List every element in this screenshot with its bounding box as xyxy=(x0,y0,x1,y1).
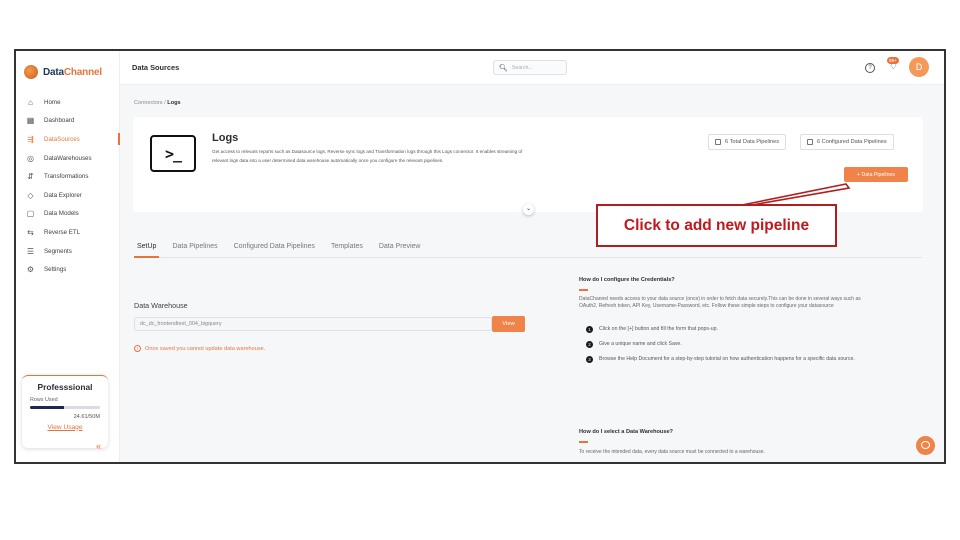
step-text: Give a unique name and click Save. xyxy=(599,341,682,347)
warehouse-warning: ! Once saved you cannot update data ware… xyxy=(134,345,265,352)
info-icon: ! xyxy=(134,345,141,352)
faq-divider xyxy=(579,441,588,443)
pipeline-icon xyxy=(807,139,813,145)
tab-data-preview[interactable]: Data Preview xyxy=(376,242,424,258)
tab-setup[interactable]: SetUp xyxy=(134,242,160,258)
step-number-badge: 3 xyxy=(586,356,593,363)
warning-text: Once saved you cannot update data wareho… xyxy=(145,345,266,352)
main-area: Connectors / Logs >_ Logs Get access to … xyxy=(14,49,946,464)
connector-description: Get access to relevant reports such as D… xyxy=(212,149,523,163)
chevron-down-icon[interactable]: ⌄ xyxy=(523,204,534,215)
faq-question-warehouse: How do I select a Data Warehouse? xyxy=(579,429,673,435)
step-number-badge: 1 xyxy=(586,326,593,333)
add-data-pipeline-button[interactable]: + Data Pipelines xyxy=(844,167,908,182)
total-pipelines-badge[interactable]: 6 Total Data Pipelines xyxy=(708,134,787,150)
step-text: Browse the Help Document for a step-by-s… xyxy=(599,356,855,362)
data-warehouse-field[interactable]: dc_dc_frontendtest_004_bigquery xyxy=(134,317,492,331)
total-pipelines-text: 6 Total Data Pipelines xyxy=(725,139,780,145)
step-number-badge: 2 xyxy=(586,341,593,348)
faq-answer-warehouse: To receive the intended data, every data… xyxy=(579,449,765,455)
connector-card: >_ Logs Get access to relevant reports s… xyxy=(133,117,923,215)
view-button[interactable]: View xyxy=(492,316,525,332)
breadcrumb-parent[interactable]: Connectors xyxy=(134,100,163,106)
annotation-callout: Click to add new pipeline xyxy=(596,204,837,247)
chat-icon[interactable] xyxy=(916,436,935,455)
faq-step: 1 Click on the [+] button and fill the fo… xyxy=(586,325,871,334)
configured-pipelines-text: 6 Configured Data Pipelines xyxy=(817,139,887,145)
faq-question-credentials: How do I configure the Credentials? xyxy=(579,277,675,283)
connector-name: Logs xyxy=(212,132,239,144)
tab-configured-data-pipelines[interactable]: Configured Data Pipelines xyxy=(231,242,318,258)
tab-templates[interactable]: Templates xyxy=(328,242,366,258)
faq-step: 2 Give a unique name and click Save. xyxy=(586,340,871,349)
breadcrumb: Connectors / Logs xyxy=(134,100,181,106)
faq-answer-credentials: DataChannel needs access to your data so… xyxy=(579,296,861,310)
step-text: Click on the [+] button and fill the for… xyxy=(599,326,718,332)
data-warehouse-label: Data Warehouse xyxy=(134,301,188,310)
faq-divider xyxy=(579,289,588,291)
pipeline-icon xyxy=(715,139,721,145)
faq-step: 3 Browse the Help Document for a step-by-… xyxy=(586,355,871,364)
breadcrumb-separator: / xyxy=(164,100,166,106)
tab-data-pipelines[interactable]: Data Pipelines xyxy=(169,242,220,258)
terminal-icon: >_ xyxy=(150,135,196,172)
breadcrumb-current: Logs xyxy=(167,100,181,106)
configured-pipelines-badge[interactable]: 6 Configured Data Pipelines xyxy=(800,134,894,150)
